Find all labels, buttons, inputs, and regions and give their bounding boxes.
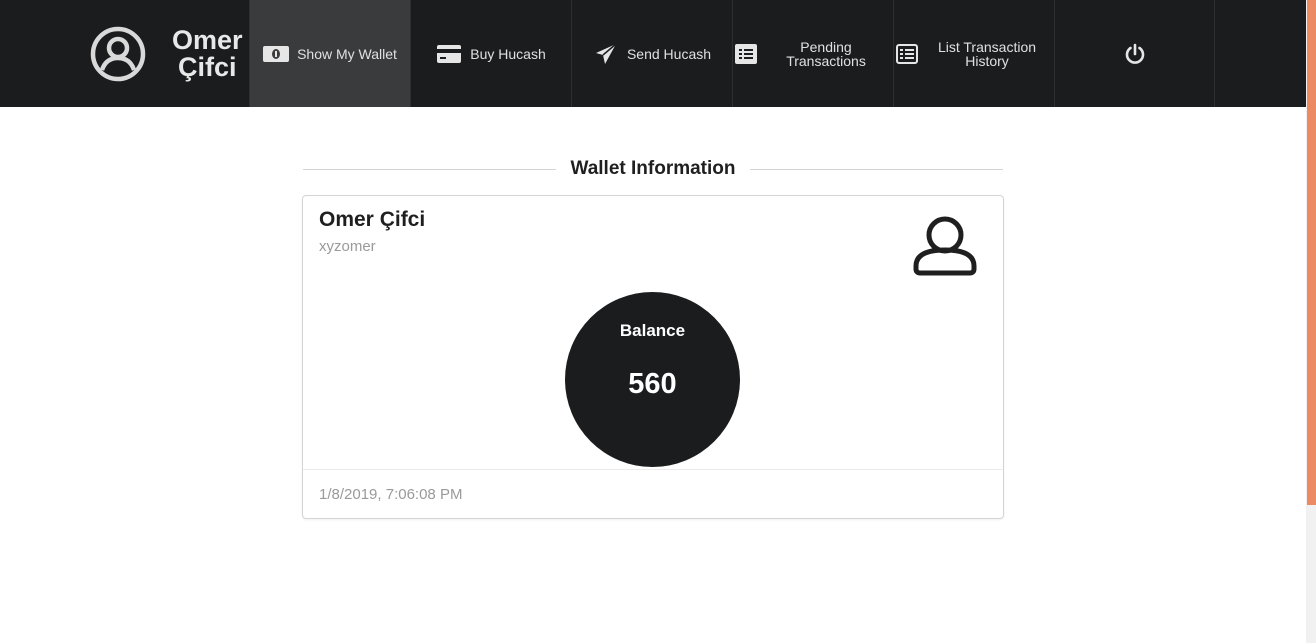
card-user-name: Omer Çifci — [319, 208, 426, 231]
list-icon — [894, 43, 920, 65]
card-footer: 1/8/2019, 7:06:08 PM — [303, 469, 1003, 519]
user-outline-icon — [913, 216, 977, 276]
nav-pending-transactions[interactable]: Pending Transactions — [732, 0, 893, 107]
timestamp: 1/8/2019, 7:06:08 PM — [319, 486, 463, 503]
user-circle-icon — [90, 26, 146, 81]
user-last-name: Çifci — [178, 51, 237, 82]
nav-label-line: Pending — [800, 38, 852, 55]
wallet-card: Omer Çifci xyzomer Balance 560 1/8/2019,… — [302, 195, 1004, 519]
nav-label-line: List Transaction — [937, 38, 1037, 55]
money-icon — [263, 43, 290, 65]
nav-buy-hucash[interactable]: Buy Hucash — [410, 0, 571, 107]
user-first-name: Omer — [172, 24, 243, 55]
top-navbar: Omer Çifci Show My Wallet Buy Hucash Sen… — [0, 0, 1306, 107]
credit-card-icon — [436, 43, 462, 65]
section-divider: Wallet Information — [303, 155, 1003, 183]
nav-label-line: History — [965, 52, 1009, 69]
nav-send-hucash[interactable]: Send Hucash — [571, 0, 732, 107]
scrollbar-thumb[interactable] — [1307, 0, 1316, 505]
page-scrollbar[interactable] — [1306, 0, 1316, 643]
nav-label: Send Hucash — [626, 45, 712, 62]
list-icon — [733, 43, 759, 65]
section-title: Wallet Information — [570, 158, 736, 179]
paper-plane-icon — [593, 42, 619, 65]
logout-button[interactable] — [1054, 0, 1215, 107]
nav-label: Pending Transactions — [759, 40, 893, 68]
nav-show-my-wallet[interactable]: Show My Wallet — [249, 0, 410, 107]
card-username: xyzomer — [319, 238, 376, 255]
power-icon — [1125, 43, 1144, 64]
nav-label: Show My Wallet — [297, 45, 397, 62]
nav-label: Buy Hucash — [470, 45, 546, 62]
balance-circle: Balance 560 — [565, 292, 740, 467]
divider-line — [749, 168, 1003, 170]
balance-label: Balance — [619, 321, 686, 340]
brand: Omer Çifci — [0, 0, 249, 107]
nav-label-line: Transactions — [786, 52, 866, 69]
user-name: Omer Çifci — [172, 24, 243, 82]
nav-label: List Transaction History — [920, 40, 1054, 68]
divider-line — [303, 168, 557, 170]
balance-value: 560 — [628, 368, 677, 400]
nav-list-transaction-history[interactable]: List Transaction History — [893, 0, 1054, 107]
